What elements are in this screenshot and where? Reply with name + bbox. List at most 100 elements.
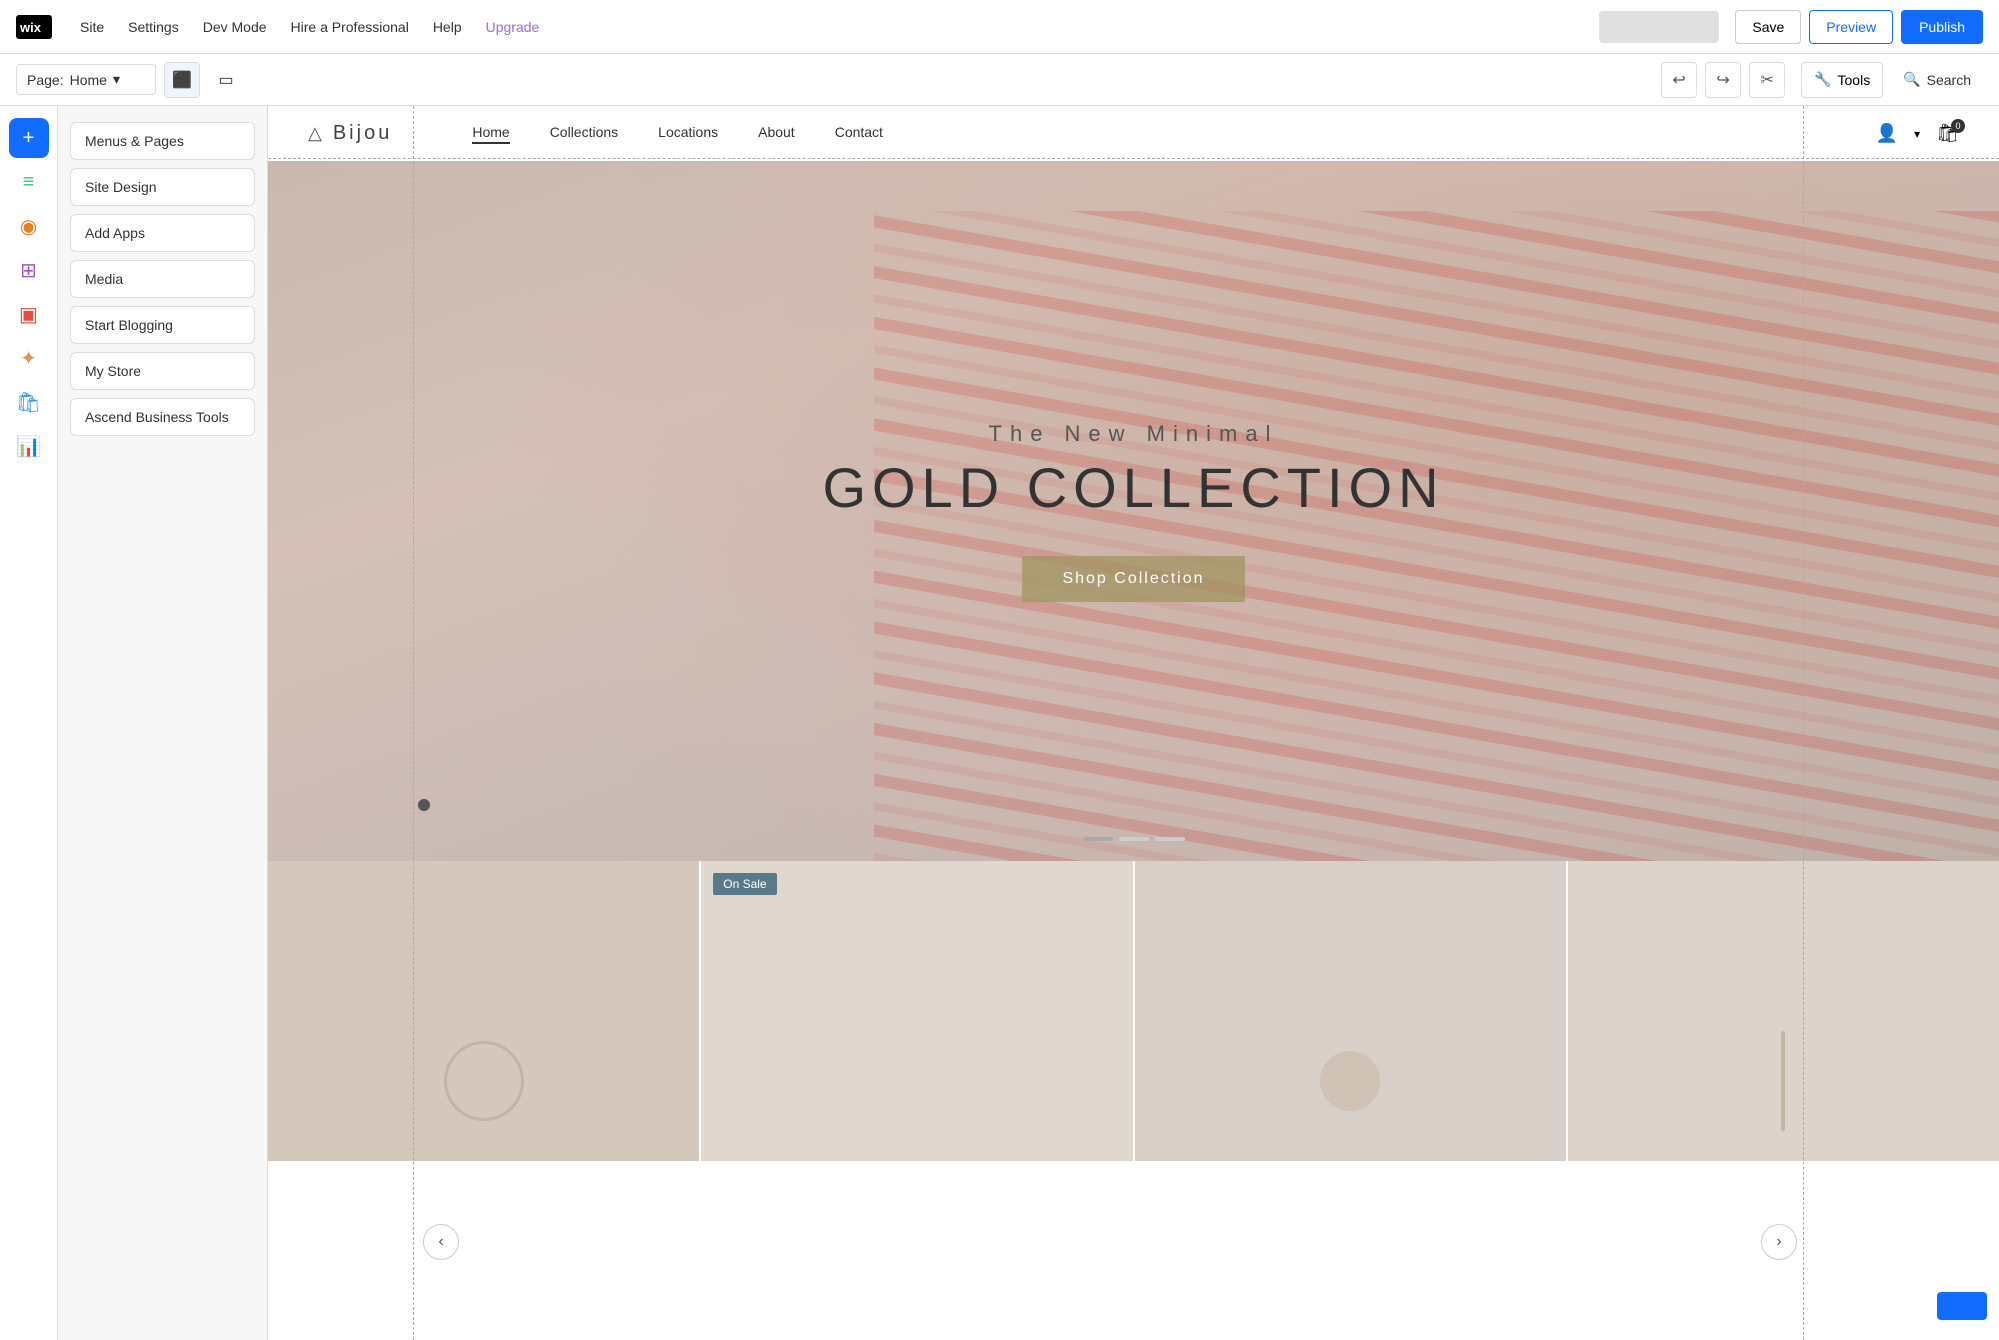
products-section: On Sale — [268, 861, 1999, 1161]
site-nav-right: 👤 ▾ 🛍 0 — [1876, 123, 1959, 144]
sidebar-media-icon[interactable]: ▣ — [9, 294, 49, 334]
tools-icon: 🔧 — [1814, 71, 1831, 88]
search-icon: 🔍 — [1903, 71, 1920, 88]
product-image-3 — [1320, 1051, 1380, 1111]
apps-icon: ⊞ — [20, 258, 37, 283]
blog-icon: ✦ — [20, 346, 37, 371]
undo-button[interactable]: ↩ — [1661, 62, 1697, 98]
sub-bar: Page: Home ▾ ⬛ ▭ ↩ ↪ ✂ 🔧 Tools 🔍 Search — [0, 54, 1999, 106]
add-element-button[interactable]: + — [9, 118, 49, 158]
product-image-4 — [1781, 1031, 1785, 1131]
mobile-view-button[interactable]: ▭ — [208, 62, 244, 98]
center-input — [1599, 11, 1719, 43]
design-icon: ◉ — [20, 214, 37, 239]
nav-locations[interactable]: Locations — [658, 124, 718, 144]
publish-button[interactable]: Publish — [1901, 10, 1983, 44]
left-sidebar: + ≡ ◉ ⊞ ▣ ✦ 🛍 📊 — [0, 106, 58, 1340]
panel-my-store[interactable]: My Store — [70, 352, 255, 390]
sidebar-store-icon[interactable]: 🛍 — [9, 382, 49, 422]
undo-icon: ↩ — [1672, 70, 1685, 90]
nav-upgrade[interactable]: Upgrade — [474, 0, 552, 54]
product-card-3[interactable] — [1135, 861, 1566, 1161]
chevron-user-icon: ▾ — [1914, 127, 1920, 141]
mobile-icon: ▭ — [218, 70, 233, 90]
panel-ascend-business-tools[interactable]: Ascend Business Tools — [70, 398, 255, 436]
scissors-button[interactable]: ✂ — [1749, 62, 1785, 98]
nav-help[interactable]: Help — [421, 0, 474, 54]
cart-icon[interactable]: 🛍 0 — [1936, 123, 1959, 144]
panel-site-design[interactable]: Site Design — [70, 168, 255, 206]
redo-icon: ↪ — [1716, 70, 1729, 90]
nav-home[interactable]: Home — [472, 124, 509, 144]
top-bar: wix Site Settings Dev Mode Hire a Profes… — [0, 0, 1999, 54]
nav-collections[interactable]: Collections — [550, 124, 618, 144]
hero-subtitle: The New Minimal — [822, 421, 1444, 447]
nav-dev-mode[interactable]: Dev Mode — [191, 0, 279, 54]
carousel-arrow-right[interactable]: › — [1761, 1224, 1797, 1260]
user-icon[interactable]: 👤 — [1876, 123, 1898, 144]
redo-button[interactable]: ↪ — [1705, 62, 1741, 98]
drag-handle[interactable] — [418, 799, 430, 811]
panel-add-apps[interactable]: Add Apps — [70, 214, 255, 252]
panel: Menus & Pages Site Design Add Apps Media… — [58, 106, 268, 1340]
page-selector[interactable]: Page: Home ▾ — [16, 64, 156, 95]
preview-button[interactable]: Preview — [1809, 10, 1893, 44]
carousel-indicator — [1083, 837, 1113, 841]
nav-hire-professional[interactable]: Hire a Professional — [279, 0, 421, 54]
nav-settings[interactable]: Settings — [116, 0, 191, 54]
sidebar-pages-icon[interactable]: ≡ — [9, 162, 49, 202]
shop-collection-button[interactable]: Shop Collection — [1022, 556, 1244, 602]
tools-button[interactable]: 🔧 Tools — [1801, 62, 1883, 98]
hero-title: GOLD COLLECTION — [822, 455, 1444, 520]
plus-icon: + — [23, 127, 35, 150]
bottom-right-button[interactable] — [1937, 1292, 1987, 1320]
site-logo: △ Bijou — [308, 122, 392, 145]
store-icon: 🛍 — [16, 390, 41, 415]
tools-label: Tools — [1838, 72, 1871, 88]
carousel-indicator — [1155, 837, 1185, 841]
chevron-down-icon: ▾ — [113, 71, 120, 88]
product-card-2[interactable]: On Sale — [701, 861, 1132, 1161]
save-button[interactable]: Save — [1735, 10, 1801, 44]
sidebar-blog-icon[interactable]: ✦ — [9, 338, 49, 378]
product-card-4[interactable] — [1568, 861, 1999, 1161]
svg-text:wix: wix — [19, 20, 42, 35]
hero-section: The New Minimal GOLD COLLECTION Shop Col… — [268, 161, 1999, 861]
panel-start-blogging[interactable]: Start Blogging — [70, 306, 255, 344]
site-nav-links: Home Collections Locations About Contact — [472, 124, 1875, 144]
panel-media[interactable]: Media — [70, 260, 255, 298]
search-button[interactable]: 🔍 Search — [1891, 62, 1983, 98]
cart-count: 0 — [1951, 119, 1965, 133]
arrow-right-icon: › — [1776, 1233, 1781, 1251]
nav-site[interactable]: Site — [68, 0, 116, 54]
sidebar-ascend-icon[interactable]: 📊 — [9, 426, 49, 466]
canvas: △ Bijou Home Collections Locations About… — [268, 106, 1999, 1340]
scissors-icon: ✂ — [1760, 70, 1773, 90]
ascend-icon: 📊 — [16, 434, 41, 459]
product-card-1[interactable] — [268, 861, 699, 1161]
logo-triangle-icon: △ — [308, 123, 325, 144]
page-name: Home — [70, 72, 107, 88]
sidebar-design-icon[interactable]: ◉ — [9, 206, 49, 246]
on-sale-badge: On Sale — [713, 873, 776, 895]
pages-icon: ≡ — [23, 171, 35, 194]
page-label: Page: — [27, 72, 64, 88]
carousel-arrow-left[interactable]: ‹ — [423, 1224, 459, 1260]
nav-about[interactable]: About — [758, 124, 795, 144]
sidebar-apps-icon[interactable]: ⊞ — [9, 250, 49, 290]
site-preview: △ Bijou Home Collections Locations About… — [268, 106, 1999, 1340]
search-label: Search — [1927, 72, 1971, 88]
site-navbar: △ Bijou Home Collections Locations About… — [268, 106, 1999, 161]
media-icon: ▣ — [19, 302, 38, 327]
logo-text: Bijou — [333, 122, 392, 145]
wix-logo: wix — [16, 15, 52, 39]
desktop-icon: ⬛ — [172, 70, 192, 90]
carousel-indicators — [1083, 837, 1185, 841]
arrow-left-icon: ‹ — [438, 1233, 443, 1251]
carousel-indicator — [1119, 837, 1149, 841]
desktop-view-button[interactable]: ⬛ — [164, 62, 200, 98]
hero-content: The New Minimal GOLD COLLECTION Shop Col… — [822, 421, 1444, 602]
nav-contact[interactable]: Contact — [835, 124, 883, 144]
product-image-1 — [444, 1041, 524, 1121]
panel-menus-pages[interactable]: Menus & Pages — [70, 122, 255, 160]
